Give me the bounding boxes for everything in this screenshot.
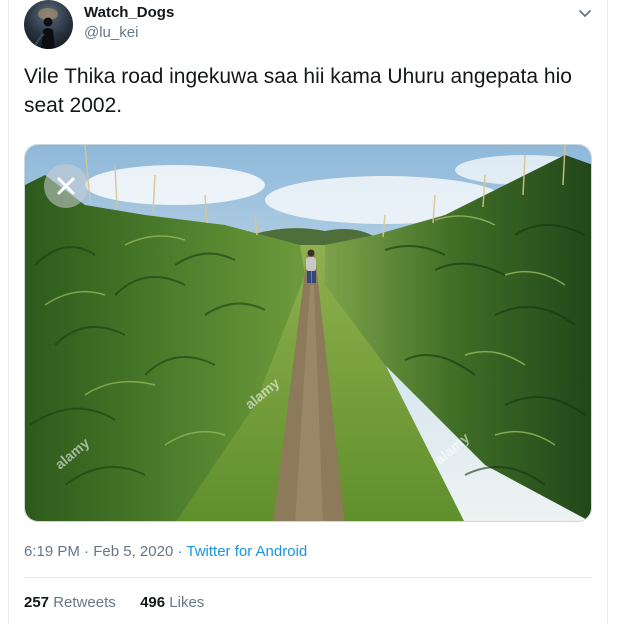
tweet-meta: 6:19 PM · Feb 5, 2020 · Twitter for Andr… xyxy=(24,543,307,560)
close-icon[interactable] xyxy=(44,164,88,208)
retweets-label: Retweets xyxy=(53,594,116,611)
likes-label: Likes xyxy=(169,594,205,611)
author-handle[interactable]: @lu_kei xyxy=(84,24,138,41)
tweet-text: Vile Thika road ingekuwa saa hii kama Uh… xyxy=(24,65,572,117)
meta-separator: · xyxy=(84,543,90,560)
retweets-stat[interactable]: 257 Retweets xyxy=(24,594,120,611)
tweet-stats: 257 Retweets 496 Likes xyxy=(24,594,204,611)
retweets-count: 257 xyxy=(24,594,50,611)
chevron-down-icon[interactable] xyxy=(574,2,596,24)
likes-count: 496 xyxy=(140,594,166,611)
tweet-card: Watch_Dogs @lu_kei Vile Thika road ingek… xyxy=(0,0,618,624)
card-border-right xyxy=(607,0,608,624)
tweet-date[interactable]: Feb 5, 2020 xyxy=(93,543,173,560)
card-border-left xyxy=(8,0,9,624)
author-display-name[interactable]: Watch_Dogs xyxy=(84,4,174,21)
avatar[interactable] xyxy=(24,0,73,49)
meta-separator: · xyxy=(177,543,183,560)
divider xyxy=(24,577,592,578)
tweet-source-link[interactable]: Twitter for Android xyxy=(186,543,307,560)
tweet-photo[interactable]: alamy alamy alamy xyxy=(24,144,592,522)
likes-stat[interactable]: 496 Likes xyxy=(140,594,204,611)
avatar-image xyxy=(33,8,58,49)
tweet-time[interactable]: 6:19 PM xyxy=(24,543,80,560)
